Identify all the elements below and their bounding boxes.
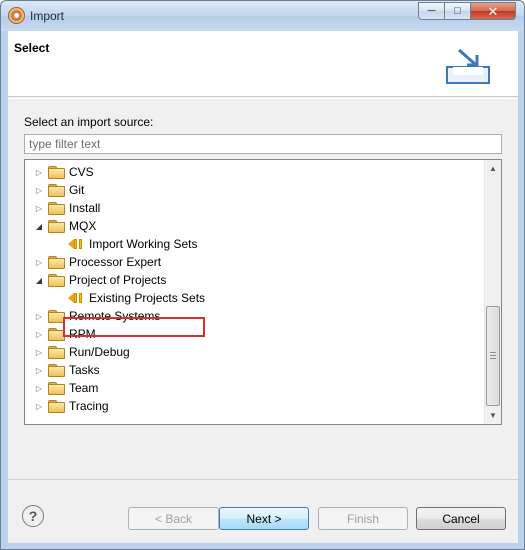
app-icon bbox=[8, 7, 25, 24]
tree-item-label: Team bbox=[69, 381, 99, 395]
back-button[interactable]: < Back bbox=[128, 507, 219, 530]
thumb-grip bbox=[490, 352, 496, 353]
tree-folder-item[interactable]: ▷ Install bbox=[25, 199, 485, 217]
tree-wizard-item[interactable]: Existing Projects Sets bbox=[25, 289, 485, 307]
tree-folder-item[interactable]: ◢ MQX bbox=[25, 217, 485, 235]
tree-item-label: Existing Projects Sets bbox=[89, 291, 206, 305]
scroll-down-arrow[interactable]: ▼ bbox=[485, 407, 501, 424]
import-wizard-item-icon bbox=[68, 292, 86, 304]
minimize-button[interactable]: ─ bbox=[418, 2, 445, 20]
import-source-label: Select an import source: bbox=[24, 115, 154, 129]
tree-item-label: Import Working Sets bbox=[89, 237, 198, 251]
tree-item-label: Run/Debug bbox=[69, 345, 130, 359]
expand-arrow-icon[interactable]: ▷ bbox=[33, 328, 45, 340]
footer-separator bbox=[8, 479, 518, 480]
help-icon: ? bbox=[28, 508, 38, 524]
scroll-up-arrow[interactable]: ▲ bbox=[485, 160, 501, 177]
selection-highlight bbox=[63, 317, 205, 337]
tree-folder-item[interactable]: ▷ CVS bbox=[25, 163, 485, 181]
expand-arrow-icon[interactable]: ▷ bbox=[33, 364, 45, 376]
tree-folder-item[interactable]: ▷ Tracing bbox=[25, 397, 485, 415]
tree-folder-item[interactable]: ▷ Git bbox=[25, 181, 485, 199]
import-wizard-icon bbox=[446, 48, 490, 84]
collapse-arrow-icon[interactable]: ◢ bbox=[33, 220, 45, 232]
folder-icon bbox=[48, 310, 65, 323]
finish-button[interactable]: Finish bbox=[318, 507, 408, 530]
window-title: Import bbox=[30, 9, 65, 23]
dialog-client-area: Select Select an import source: type fil… bbox=[8, 31, 518, 543]
tree-item-label: Processor Expert bbox=[69, 255, 162, 269]
page-title: Select bbox=[14, 41, 50, 55]
maximize-icon: □ bbox=[454, 4, 461, 17]
import-wizard-item-icon bbox=[68, 238, 86, 250]
folder-icon bbox=[48, 382, 65, 395]
expand-arrow-icon[interactable]: ▷ bbox=[33, 166, 45, 178]
tree-scrollbar[interactable]: ▲ ▼ bbox=[484, 160, 501, 424]
import-dialog-window: Import ─ □ ✕ Select Select an import sou… bbox=[0, 0, 525, 550]
expand-arrow-icon[interactable]: ▷ bbox=[33, 202, 45, 214]
tree-folder-item[interactable]: ▷ Run/Debug bbox=[25, 343, 485, 361]
folder-icon bbox=[48, 202, 65, 215]
folder-icon bbox=[48, 256, 65, 269]
thumb-grip bbox=[490, 358, 496, 359]
folder-icon bbox=[48, 220, 65, 233]
tree-wizard-item[interactable]: Import Working Sets bbox=[25, 235, 485, 253]
tree-item-label: CVS bbox=[69, 165, 94, 179]
folder-icon bbox=[48, 166, 65, 179]
filter-input[interactable]: type filter text bbox=[24, 134, 502, 154]
folder-icon bbox=[48, 274, 65, 287]
close-icon: ✕ bbox=[487, 3, 499, 19]
header-separator bbox=[8, 98, 518, 99]
close-button[interactable]: ✕ bbox=[470, 2, 516, 20]
folder-icon bbox=[48, 364, 65, 377]
expand-arrow-icon[interactable]: ▷ bbox=[33, 346, 45, 358]
collapse-arrow-icon[interactable]: ◢ bbox=[33, 274, 45, 286]
folder-icon bbox=[48, 400, 65, 413]
expand-arrow-icon[interactable]: ▷ bbox=[33, 310, 45, 322]
help-button[interactable]: ? bbox=[22, 505, 44, 527]
maximize-button[interactable]: □ bbox=[444, 2, 471, 20]
expand-arrow-icon[interactable]: ▷ bbox=[33, 382, 45, 394]
import-source-tree[interactable]: ▷ CVS ▷ Git ▷ Install ◢ MQX Import Working Sets ▷… bbox=[24, 159, 502, 425]
tree-item-label: Tracing bbox=[69, 399, 109, 413]
thumb-grip bbox=[490, 355, 496, 356]
expand-arrow-icon[interactable]: ▷ bbox=[33, 184, 45, 196]
folder-icon bbox=[48, 184, 65, 197]
tree-folder-item[interactable]: ▷ Processor Expert bbox=[25, 253, 485, 271]
expand-arrow-icon[interactable]: ▷ bbox=[33, 256, 45, 268]
tree-item-label: Tasks bbox=[69, 363, 100, 377]
folder-icon bbox=[48, 328, 65, 341]
tree-item-label: MQX bbox=[69, 219, 97, 233]
next-button[interactable]: Next > bbox=[219, 507, 309, 530]
tree-folder-item[interactable]: ▷ Team bbox=[25, 379, 485, 397]
cancel-button[interactable]: Cancel bbox=[416, 507, 506, 530]
expand-arrow-icon[interactable]: ▷ bbox=[33, 400, 45, 412]
tree-folder-item[interactable]: ◢ Project of Projects bbox=[25, 271, 485, 289]
tree-item-label: Project of Projects bbox=[69, 273, 167, 287]
tree-item-label: Install bbox=[69, 201, 101, 215]
tree-folder-item[interactable]: ▷ Tasks bbox=[25, 361, 485, 379]
minimize-icon: ─ bbox=[427, 4, 436, 17]
wizard-header: Select bbox=[8, 31, 518, 97]
scroll-thumb[interactable] bbox=[486, 306, 500, 406]
folder-icon bbox=[48, 346, 65, 359]
title-bar[interactable]: Import ─ □ ✕ bbox=[1, 1, 524, 31]
tree-item-label: Git bbox=[69, 183, 85, 197]
